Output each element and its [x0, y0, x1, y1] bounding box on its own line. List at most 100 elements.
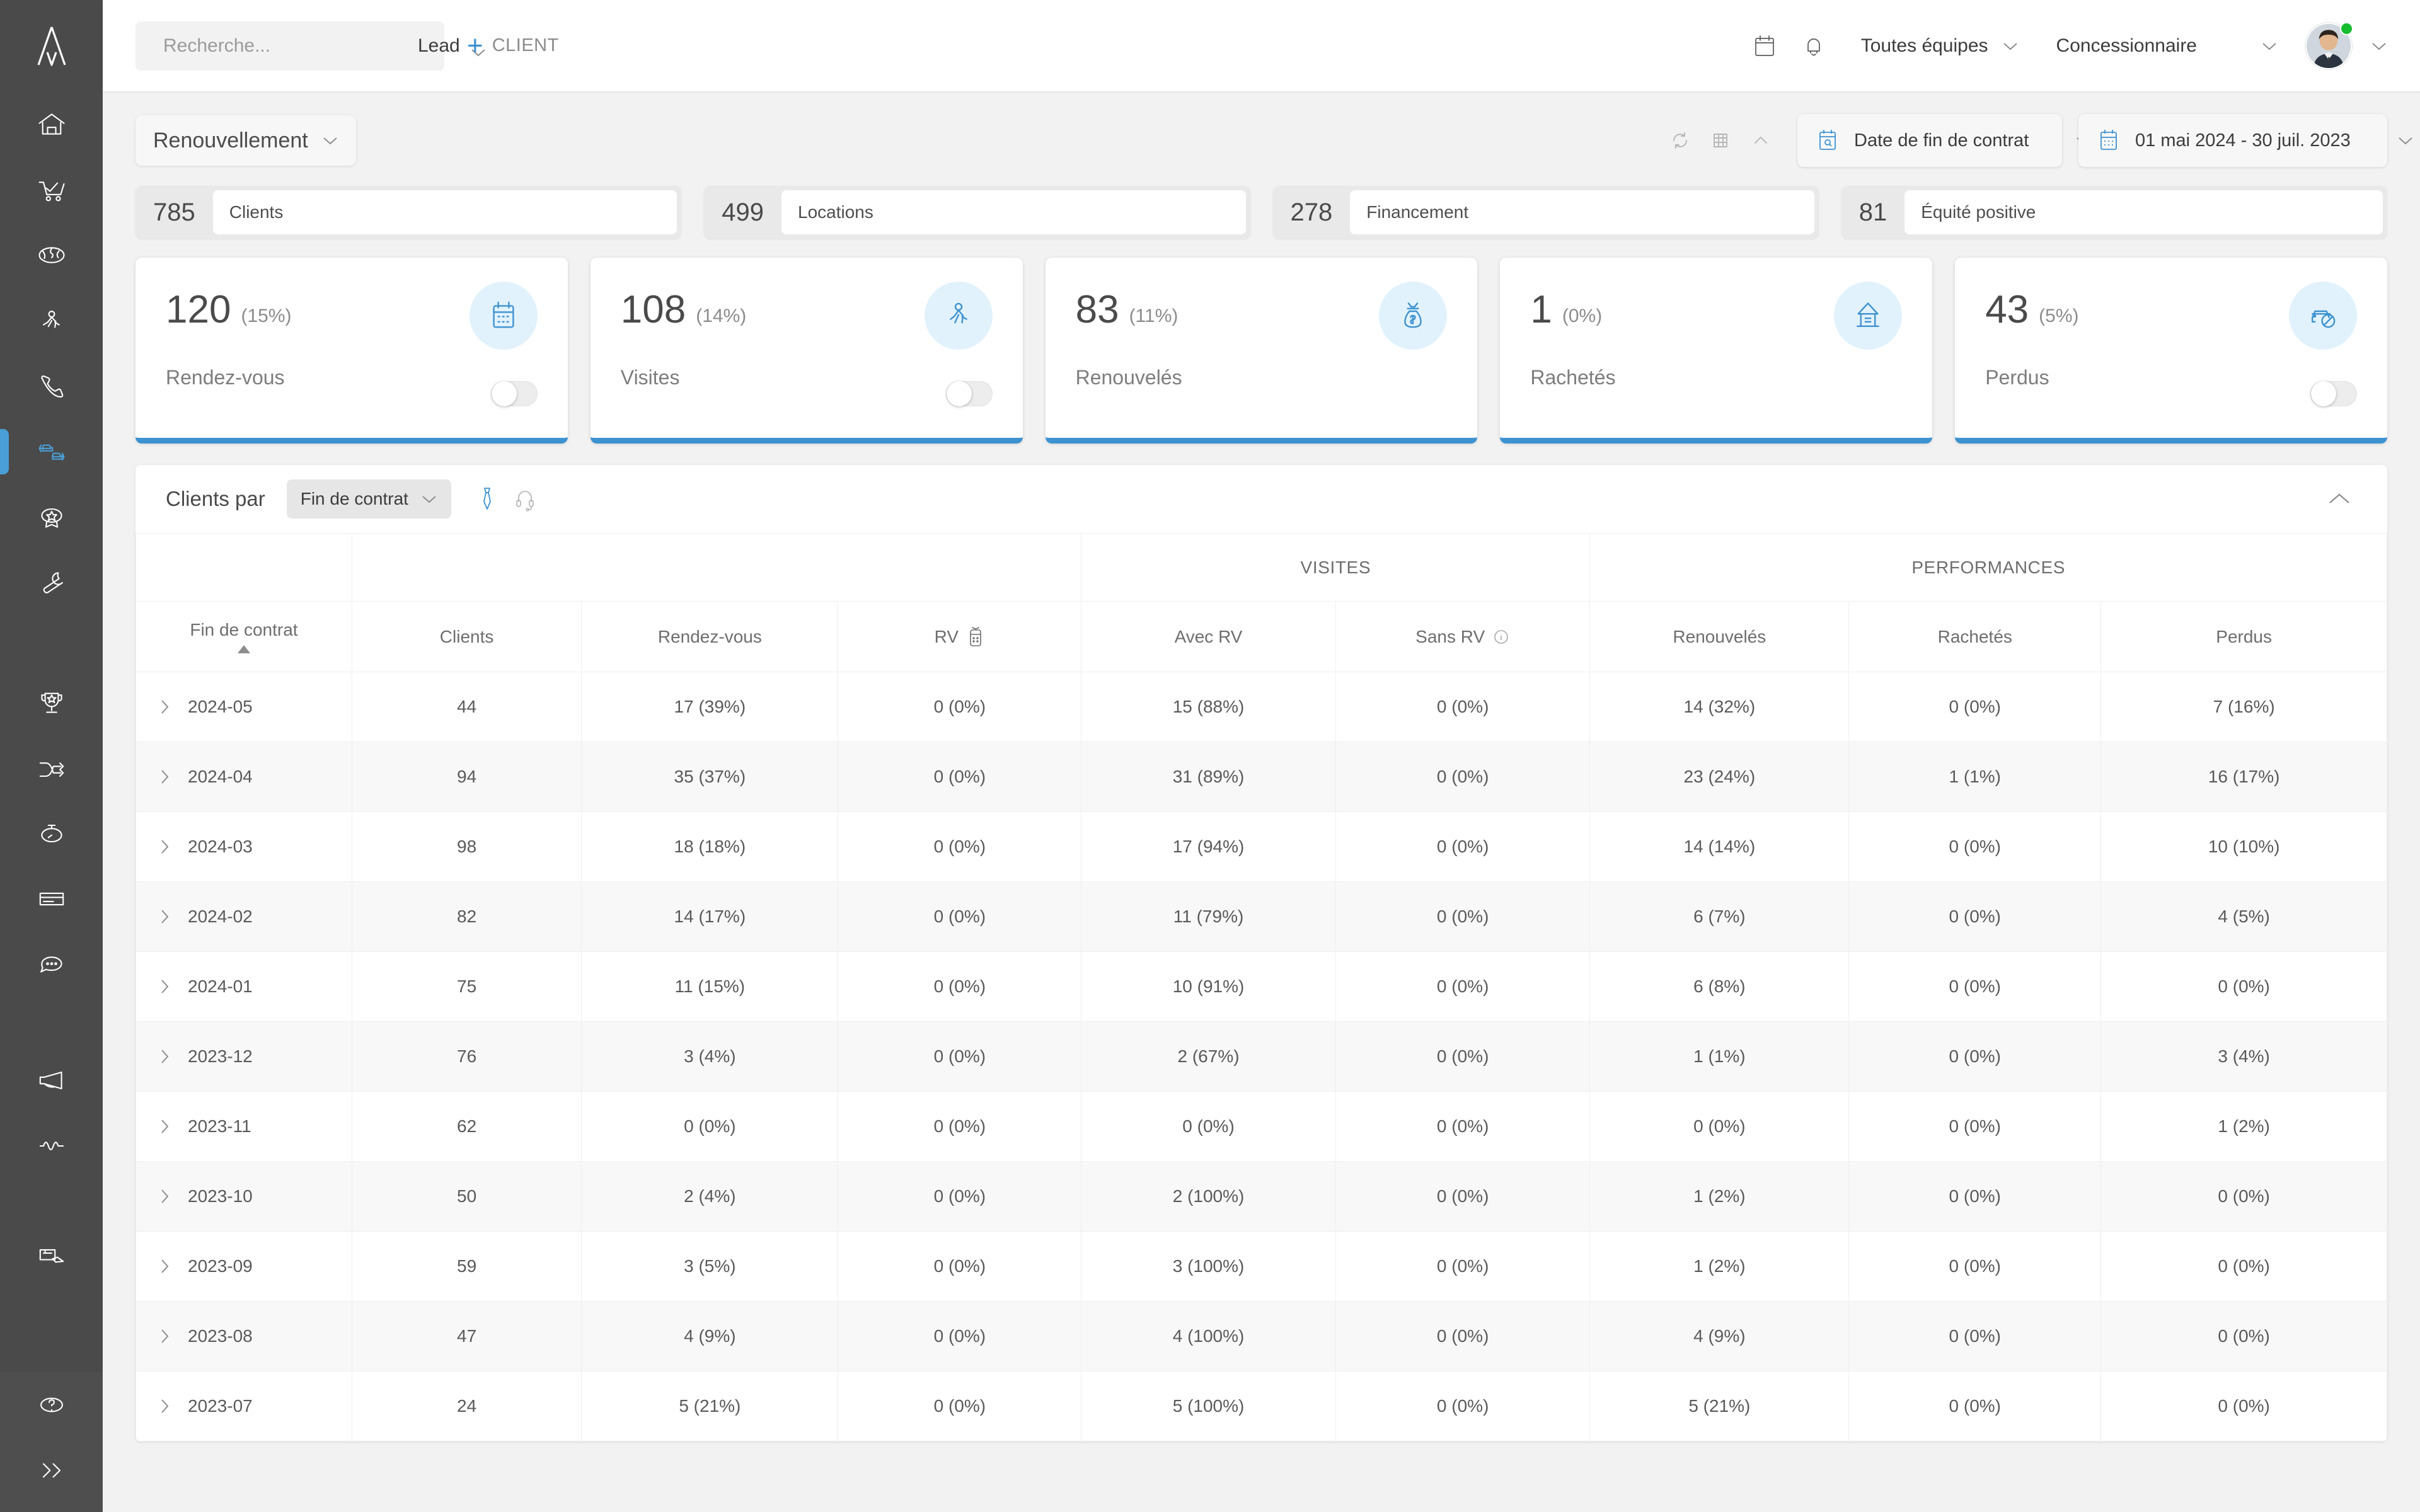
expand-row-icon[interactable] — [159, 1188, 171, 1205]
sidebar-item-home[interactable] — [0, 91, 103, 157]
expand-row-icon[interactable] — [159, 838, 171, 856]
table-row[interactable]: 2024-03 98 18 (18%) 0 (0%) 17 (94%) 0 (0%) 14 … — [135, 811, 2387, 882]
team-selector[interactable]: Toutes équipes — [1861, 35, 2019, 57]
expand-row-icon[interactable] — [159, 1257, 171, 1275]
cell-renouveles: 1 (2%) — [1589, 1161, 1850, 1232]
cell-avec-rv: 10 (91%) — [1081, 951, 1336, 1022]
stat-clients[interactable]: 785 Clients — [135, 186, 682, 239]
sidebar-item-inventory[interactable] — [0, 222, 103, 288]
stat-label: Équité positive — [1921, 202, 2036, 222]
expand-row-icon[interactable] — [159, 768, 171, 786]
column-rendez-vous[interactable]: Rendez-vous — [581, 601, 839, 672]
avatar[interactable] — [2305, 21, 2353, 69]
brand-logo[interactable] — [0, 0, 103, 91]
kpi-card-rendez-vous[interactable]: 120 (15%) Rendez-vous — [135, 258, 568, 444]
column-rv[interactable]: RV — [838, 601, 1082, 672]
expand-row-icon[interactable] — [159, 1397, 171, 1415]
table-row[interactable]: 2023-10 50 2 (4%) 0 (0%) 2 (100%) 0 (0%) 1 (2%… — [135, 1161, 2387, 1232]
cell-avec-rv: 4 (100%) — [1081, 1301, 1336, 1372]
date-range-filter[interactable]: 01 mai 2024 - 30 juil. 2023 — [2078, 114, 2412, 167]
table-column-header-row: Fin de contrat Clients Rendez-vous RV Av… — [135, 601, 2387, 672]
table-row[interactable]: 2023-12 76 3 (4%) 0 (0%) 2 (67%) 0 (0%) 1 (1%)… — [135, 1021, 2387, 1092]
column-label: Perdus — [2216, 626, 2272, 646]
sidebar-item-leaderboard[interactable] — [0, 670, 103, 735]
expand-row-icon[interactable] — [159, 978, 171, 995]
sidebar-item-renewal[interactable] — [0, 419, 103, 484]
column-rachetes[interactable]: Rachetés — [1848, 601, 2102, 672]
column-sans-rv[interactable]: Sans RV — [1335, 601, 1591, 672]
cell-rachetes: 0 (0%) — [1848, 1021, 2102, 1092]
kpi-toggle[interactable] — [945, 381, 993, 406]
kpi-card-renouveles[interactable]: 83 (11%) Renouvelés — [1045, 258, 1478, 444]
sidebar-item-calls[interactable] — [0, 353, 103, 419]
view-selector[interactable]: Renouvellement — [135, 115, 356, 166]
kpi-card-visites[interactable]: 108 (14%) Visites — [590, 258, 1023, 444]
expand-row-icon[interactable] — [159, 698, 171, 716]
sidebar-item-walkin[interactable] — [0, 288, 103, 353]
expand-row-icon[interactable] — [159, 1048, 171, 1065]
sidebar-item-billing[interactable] — [0, 866, 103, 932]
column-avec-rv[interactable]: Avec RV — [1081, 601, 1336, 672]
sidebar-item-chat[interactable] — [0, 932, 103, 997]
stat-financement[interactable]: 278 Financement — [1272, 186, 1819, 239]
sidebar-item-activity[interactable] — [0, 1113, 103, 1179]
bdc-view-button[interactable] — [510, 484, 539, 513]
collapse-toolbar-button[interactable] — [1741, 120, 1781, 161]
table-row[interactable]: 2024-05 44 17 (39%) 0 (0%) 15 (88%) 0 (0%) 14 … — [135, 672, 2387, 742]
export-button[interactable] — [1700, 120, 1741, 161]
info-icon[interactable] — [1492, 628, 1510, 646]
group-by-selector[interactable]: Fin de contrat — [286, 479, 451, 518]
sidebar-item-sales[interactable] — [0, 157, 103, 222]
sidebar-item-expand[interactable] — [0, 1438, 103, 1503]
column-clients[interactable]: Clients — [351, 601, 582, 672]
table-row[interactable]: 2023-11 62 0 (0%) 0 (0%) 0 (0%) 0 (0%) 0 (0%) 0… — [135, 1091, 2387, 1162]
sidebar-item-signature[interactable] — [0, 1223, 103, 1288]
date-field-filter[interactable]: Date de fin de contrat — [1797, 114, 2090, 167]
expand-row-icon[interactable] — [159, 908, 171, 925]
notifications-button[interactable] — [1789, 21, 1838, 71]
table-row[interactable]: 2024-04 94 35 (37%) 0 (0%) 31 (89%) 0 (0%) 23 … — [135, 742, 2387, 812]
cell-period: 2023-11 — [135, 1091, 352, 1162]
chat-bubble-icon — [40, 956, 62, 973]
panel-collapse-button[interactable] — [2322, 481, 2357, 517]
expand-row-icon[interactable] — [159, 1327, 171, 1345]
kpi-percent: (14%) — [696, 306, 747, 326]
role-selector[interactable]: Concessionnaire — [2056, 35, 2278, 57]
table-row[interactable]: 2024-01 75 11 (15%) 0 (0%) 10 (91%) 0 (0%) 6 (… — [135, 951, 2387, 1022]
add-client-button[interactable]: + CLIENT — [467, 32, 559, 59]
cell-avec-rv: 0 (0%) — [1081, 1091, 1336, 1162]
column-perdus[interactable]: Perdus — [2100, 601, 2387, 672]
kpi-percent: (11%) — [1129, 306, 1178, 326]
table-row[interactable]: 2023-08 47 4 (9%) 0 (0%) 4 (100%) 0 (0%) 4 (9%… — [135, 1301, 2387, 1372]
calendar-button[interactable] — [1740, 21, 1789, 71]
sidebar-item-campaigns[interactable] — [0, 1048, 103, 1113]
stat-equite-positive[interactable]: 81 Équité positive — [1841, 186, 2387, 239]
chevron-down-icon[interactable] — [2371, 41, 2387, 51]
search-box[interactable]: Lead — [135, 21, 485, 71]
sidebar-item-help[interactable] — [0, 1372, 103, 1438]
sidebar-item-timing[interactable] — [0, 801, 103, 866]
kpi-toggle[interactable] — [2310, 381, 2357, 406]
table-row[interactable]: 2023-09 59 3 (5%) 0 (0%) 3 (100%) 0 (0%) 1 (2%… — [135, 1231, 2387, 1302]
table-row[interactable]: 2023-07 24 5 (21%) 0 (0%) 5 (100%) 0 (0%) 5 (2… — [135, 1371, 2387, 1441]
expand-row-icon[interactable] — [159, 1118, 171, 1135]
kpi-toggle[interactable] — [490, 381, 538, 406]
column-renouveles[interactable]: Renouvelés — [1589, 601, 1850, 672]
kpi-card-perdus[interactable]: 43 (5%) Perdus — [1955, 258, 2387, 444]
kpi-card-rachetes[interactable]: 1 (0%) Rachetés — [1500, 258, 1933, 444]
app-root: Lead + CLIENT — [0, 0, 2420, 1512]
table-row[interactable]: 2024-02 82 14 (17%) 0 (0%) 11 (79%) 0 (0%) 6 (… — [135, 881, 2387, 952]
salesperson-view-button[interactable] — [473, 484, 502, 513]
sidebar-item-service[interactable] — [0, 550, 103, 616]
search-input[interactable] — [163, 35, 406, 57]
stat-locations[interactable]: 499 Locations — [704, 186, 1250, 239]
car-exchange-icon — [38, 444, 65, 461]
refresh-button[interactable] — [1660, 120, 1700, 161]
cell-period: 2024-01 — [135, 951, 352, 1022]
cell-renouveles: 6 (7%) — [1589, 881, 1850, 952]
cell-avec-rv: 15 (88%) — [1081, 672, 1336, 742]
column-fin-de-contrat[interactable]: Fin de contrat — [135, 601, 352, 672]
sidebar-item-loyalty[interactable] — [0, 484, 103, 550]
cell-clients: 50 — [351, 1161, 582, 1232]
sidebar-item-routing[interactable] — [0, 735, 103, 801]
